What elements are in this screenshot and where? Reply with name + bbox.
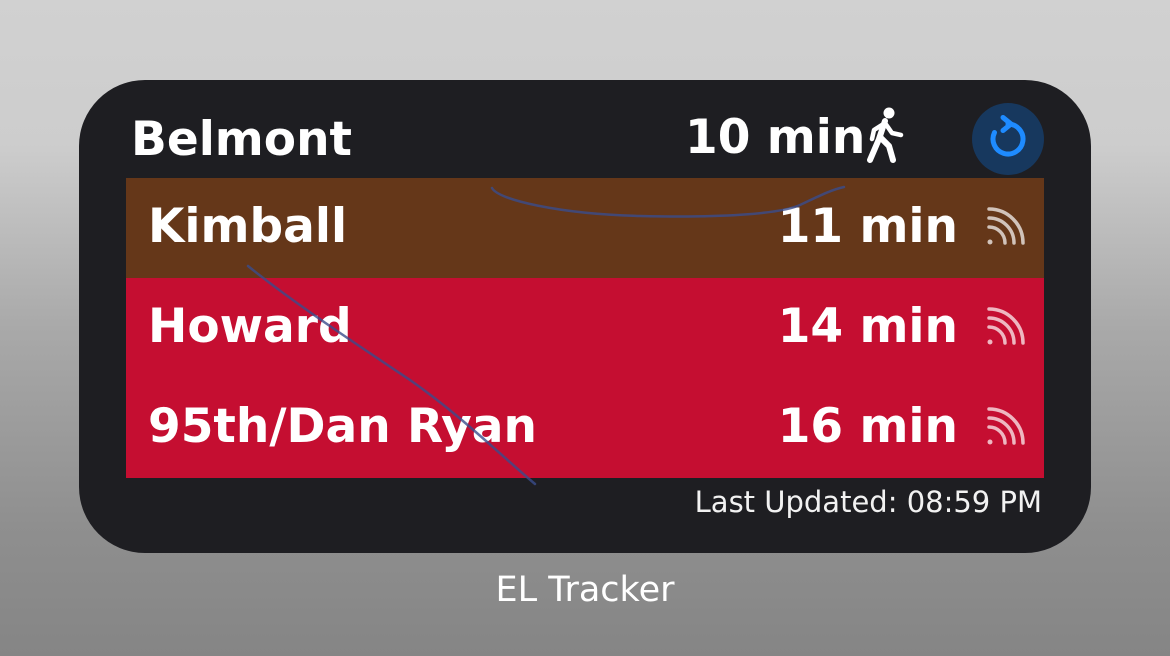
widget-app-name: EL Tracker xyxy=(495,570,675,610)
arrivals-list: Kimball 11 min Howard 14 min 95th/Dan Ry… xyxy=(126,178,1044,478)
destination-label: 95th/Dan Ryan xyxy=(148,399,537,454)
eta-label: 11 min xyxy=(777,199,958,254)
walk-time: 10 min xyxy=(685,110,866,165)
walking-person-icon xyxy=(867,107,904,163)
el-tracker-widget[interactable]: Belmont 10 min Kimball 11 min Howard 14 … xyxy=(79,80,1091,553)
arrival-row-95th-dan-ryan[interactable]: 95th/Dan Ryan 16 min xyxy=(126,378,1044,478)
destination-label: Howard xyxy=(148,299,352,354)
eta-label: 14 min xyxy=(777,299,958,354)
live-tracking-icon xyxy=(987,207,1025,245)
destination-label: Kimball xyxy=(148,199,348,254)
refresh-button[interactable] xyxy=(972,103,1044,175)
live-tracking-icon xyxy=(987,307,1025,345)
station-title: Belmont xyxy=(131,112,353,167)
arrival-row-kimball[interactable]: Kimball 11 min xyxy=(126,178,1044,278)
last-updated-label: Last Updated: 08:59 PM xyxy=(694,485,1042,519)
arrival-row-howard[interactable]: Howard 14 min xyxy=(126,278,1044,378)
live-tracking-icon xyxy=(987,407,1025,445)
eta-label: 16 min xyxy=(777,399,958,454)
refresh-icon xyxy=(990,115,1026,157)
